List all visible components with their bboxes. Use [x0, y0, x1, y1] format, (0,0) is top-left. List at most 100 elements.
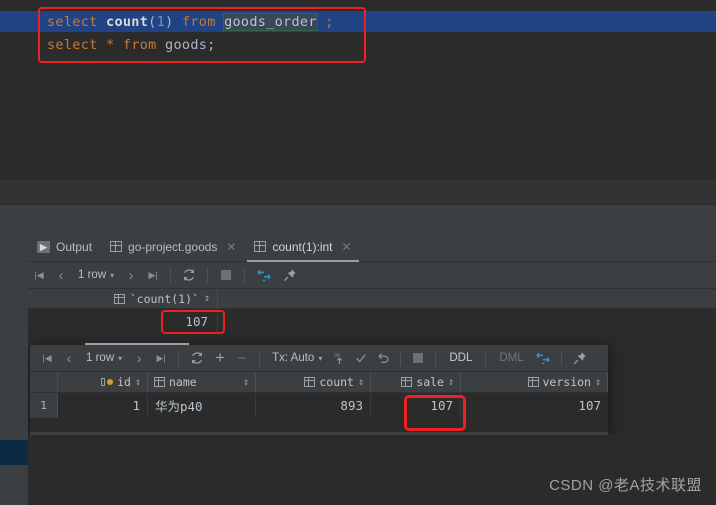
ddl-button[interactable]: DDL	[442, 345, 479, 372]
tab-count1-int[interactable]: count(1):int ✕	[245, 232, 360, 262]
inner-row-count-dropdown[interactable]: 1 row ▾	[80, 345, 128, 372]
paren-close: )	[165, 14, 174, 30]
undo-icon[interactable]	[372, 345, 394, 372]
toolbar-divider	[560, 350, 562, 366]
first-page-button[interactable]: |◀	[28, 262, 50, 289]
tool-window-header-band	[0, 205, 716, 232]
left-gutter-lower	[0, 465, 28, 505]
inner-result-panel[interactable]: |◀ ‹ 1 row ▾ › ▶| + − Tx: Auto ▾ DB DDL …	[30, 343, 608, 435]
transpose-icon[interactable]	[531, 345, 555, 372]
left-gutter-upper	[0, 232, 28, 440]
toolbar-divider	[178, 350, 180, 366]
cell-count[interactable]: 893	[256, 393, 371, 418]
column-icon	[401, 377, 413, 387]
toolbar-divider	[485, 350, 487, 366]
close-icon[interactable]: ✕	[226, 240, 236, 254]
inner-column-count[interactable]: count ↕	[256, 372, 371, 392]
sort-icon[interactable]: ↕	[448, 377, 454, 388]
inner-panel-tab-indicator	[85, 343, 189, 345]
inner-column-name[interactable]: name ↕	[148, 372, 256, 392]
inner-last-page-button[interactable]: ▶|	[150, 345, 172, 372]
sort-icon[interactable]: ↕	[135, 377, 141, 388]
row-count-label: 1 row	[78, 269, 107, 281]
inner-row-count-label: 1 row	[86, 352, 115, 364]
inner-column-id-label: id	[117, 375, 131, 389]
grid-icon	[254, 241, 267, 252]
toolbar-divider	[435, 350, 437, 366]
toolbar-divider	[207, 267, 209, 283]
watermark-text: CSDN @老A技术联盟	[549, 477, 702, 494]
code-line-2[interactable]: select * from goods;	[47, 37, 216, 53]
sort-icon[interactable]: ↕	[243, 377, 249, 388]
next-page-button[interactable]: ›	[120, 262, 142, 289]
inner-row-number: 1	[30, 393, 58, 418]
sort-icon[interactable]: ↕	[358, 377, 364, 388]
outer-grid-row[interactable]: 1 107	[0, 309, 716, 334]
column-icon	[527, 377, 539, 387]
refresh-icon[interactable]	[185, 345, 209, 372]
inner-column-sale[interactable]: sale ↕	[371, 372, 461, 392]
pin-icon[interactable]	[568, 345, 592, 372]
inner-first-page-button[interactable]: |◀	[36, 345, 58, 372]
cell-name[interactable]: 华为p40	[148, 393, 256, 418]
inner-prev-page-button[interactable]: ‹	[58, 345, 80, 372]
chevron-down-icon: ▾	[118, 353, 123, 363]
db-upload-icon[interactable]: DB	[328, 345, 350, 372]
close-icon[interactable]: ✕	[342, 240, 352, 254]
code-line-1[interactable]: select count(1) from goods_order ;	[47, 13, 334, 31]
inner-column-count-label: count	[319, 375, 354, 389]
tab-go-project-goods[interactable]: go-project.goods ✕	[101, 232, 245, 262]
stop-icon[interactable]	[407, 345, 429, 372]
toolbar-divider	[170, 267, 172, 283]
inner-column-version[interactable]: version ↕	[461, 372, 608, 392]
keyword-from: from	[181, 14, 216, 30]
outer-result-grid[interactable]: `count(1)` ↕ 1 107	[0, 289, 716, 335]
inner-grid-corner-cell	[30, 372, 58, 392]
outer-grid-column-count1[interactable]: `count(1)` ↕	[28, 289, 218, 308]
pin-icon[interactable]	[277, 262, 303, 289]
inner-result-toolbar[interactable]: |◀ ‹ 1 row ▾ › ▶| + − Tx: Auto ▾ DB DDL …	[30, 345, 608, 372]
prev-page-button[interactable]: ‹	[50, 262, 72, 289]
remove-row-button[interactable]: −	[231, 345, 253, 372]
cell-id[interactable]: 1	[58, 393, 148, 418]
stop-icon[interactable]	[214, 262, 238, 289]
transpose-icon[interactable]	[251, 262, 277, 289]
outer-result-toolbar[interactable]: |◀ ‹ 1 row ▾ › ▶|	[0, 261, 716, 289]
inner-next-page-button[interactable]: ›	[128, 345, 150, 372]
table-name-goods-order[interactable]: goods_order	[223, 13, 318, 31]
tab-go-project-goods-label: go-project.goods	[128, 239, 218, 254]
outer-grid-cell-count1[interactable]: 107	[28, 309, 218, 334]
results-tab-bar[interactable]: ▶ Output go-project.goods ✕ count(1):int…	[0, 231, 716, 262]
editor-lower-band	[0, 180, 716, 205]
refresh-icon[interactable]	[177, 262, 201, 289]
literal-one: 1	[156, 14, 166, 30]
last-page-button[interactable]: ▶|	[142, 262, 164, 289]
row-count-dropdown[interactable]: 1 row ▾	[72, 262, 120, 289]
transaction-mode-dropdown[interactable]: Tx: Auto ▾	[266, 345, 328, 372]
add-row-button[interactable]: +	[209, 345, 231, 372]
cell-sale[interactable]: 107	[371, 393, 461, 418]
table-row[interactable]: 1 1 华为p40 893 107 107	[30, 393, 608, 418]
inner-column-sale-label: sale	[416, 375, 444, 389]
inner-grid-header-row: id ↕ name ↕ count ↕ sale ↕ version ↕	[30, 372, 608, 393]
function-count: count	[106, 14, 149, 30]
sort-icon[interactable]: ↕	[595, 377, 601, 388]
sort-icon[interactable]: ↕	[204, 293, 210, 304]
tab-output[interactable]: ▶ Output	[28, 232, 101, 262]
inner-column-version-label: version	[542, 375, 591, 389]
dml-button[interactable]: DML	[492, 345, 530, 372]
toolbar-divider	[400, 350, 402, 366]
checkmark-icon[interactable]	[350, 345, 372, 372]
inner-column-id[interactable]: id ↕	[58, 372, 148, 392]
chevron-down-icon: ▾	[318, 353, 323, 363]
outer-grid-header-row: `count(1)` ↕	[0, 289, 716, 309]
paren-open: (	[148, 14, 157, 30]
toolbar-divider	[259, 350, 261, 366]
chevron-down-icon: ▾	[110, 270, 115, 280]
sql-editor[interactable]: select count(1) from goods_order ; selec…	[0, 0, 716, 180]
cell-version[interactable]: 107	[461, 393, 608, 418]
svg-text:DB: DB	[334, 352, 341, 357]
statement-terminator: ;	[325, 14, 334, 30]
table-name-goods: goods;	[165, 37, 216, 53]
left-gutter-highlight-block[interactable]	[0, 440, 28, 465]
